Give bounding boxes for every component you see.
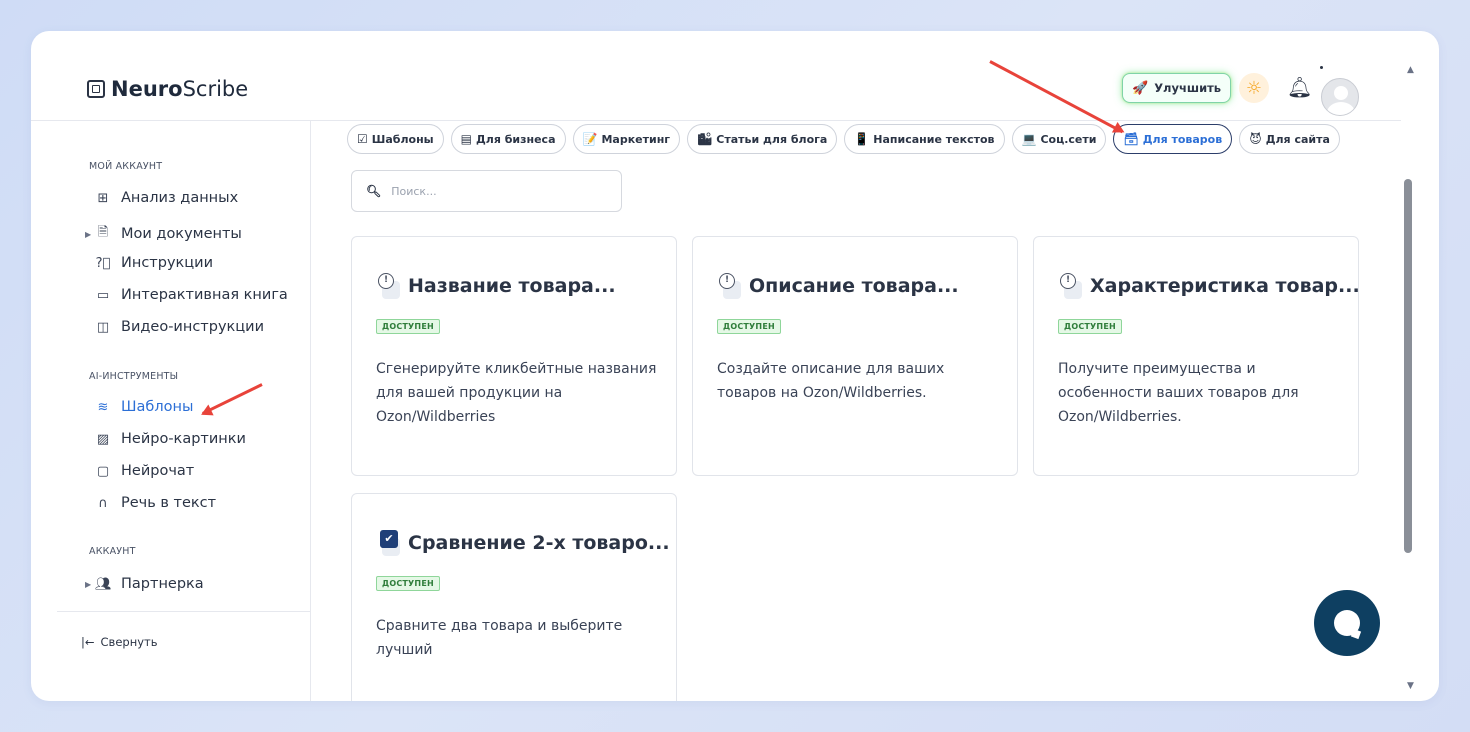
tab-blog-articles[interactable]: 🏙 Статьи для блога [687,124,838,154]
search-box: 🔍︎ [351,170,622,212]
caret-right-icon[interactable]: ▶ [85,580,91,589]
status-badge: ДОСТУПЕН [376,319,440,334]
calendar-icon: ▤ [460,132,472,146]
section-title-ai-tools: AI-ИНСТРУМЕНТЫ [89,371,179,382]
upgrade-button[interactable]: 🚀 Улучшить [1122,73,1232,103]
search-input[interactable] [391,184,592,198]
scroll-up-arrow-icon[interactable]: ▲ [1407,65,1414,75]
section-title-my-account: МОЙ АККАУНТ [89,161,163,172]
template-card-product-description[interactable]: ! Описание товара... ДОСТУПЕН Создайте о… [692,236,1018,476]
clock-icon: ! [719,273,741,299]
theme-toggle-sun-icon[interactable]: ☼ [1239,73,1269,103]
app-window: NeuroScribe 🚀 Улучшить ☼ 🔔︎ МОЙ АККАУНТ … [31,31,1439,701]
status-badge: ДОСТУПЕН [717,319,781,334]
clock-icon: ! [1060,273,1082,299]
tab-marketing[interactable]: 📝 Маркетинг [572,124,681,154]
rocket-icon: 🚀 [1132,80,1149,96]
sidebar-item-interactive-book[interactable]: ▭ Интерактивная книга [95,287,288,303]
scroll-down-arrow-icon[interactable]: ▼ [1407,681,1414,691]
chat-icon: ▢ [96,463,110,479]
card-description: Получите преимущества и особенности ваши… [1058,361,1299,425]
tab-website[interactable]: 😈 Для сайта [1239,124,1340,154]
clock-icon: ! [378,273,400,299]
header: NeuroScribe 🚀 Улучшить ☼ 🔔︎ [31,31,1401,121]
headphones-icon: ∩ [98,495,108,511]
card-description: Сравните два товара и выберите лучший [376,618,623,658]
card-description: Сгенерируйте кликбейтные названия для ва… [376,361,657,425]
chat-bubble-icon [1334,610,1360,636]
template-card-product-features[interactable]: ! Характеристика товар... ДОСТУПЕН Получ… [1033,236,1360,476]
book-icon: ▭ [96,287,110,303]
checkbox-icon: ✔ [378,530,400,556]
scrollbar[interactable]: ▲ ▼ [1401,61,1427,691]
logo-icon [87,80,105,98]
memo-icon: 📝 [582,132,598,146]
sidebar-item-partner[interactable]: ▶ 👥︎ Партнерка [85,576,204,592]
document-icon: 🗎 [97,225,109,240]
card-title: Название товара... [408,275,616,297]
sidebar-item-speech-to-text[interactable]: ∩ Речь в текст [95,495,216,511]
scrollbar-thumb[interactable] [1404,179,1412,553]
devil-icon: 😈 [1249,132,1262,146]
checkbox-icon: ☑ [357,132,368,146]
bell-icon[interactable]: 🔔︎ [1287,75,1312,99]
sidebar-item-data-analysis[interactable]: ⊞ Анализ данных [95,190,239,206]
tab-templates[interactable]: ☑ Шаблоны [347,124,444,154]
collapse-arrow-icon: |← [81,635,95,649]
layers-icon: ≋ [97,399,109,415]
sidebar-item-neuro-images[interactable]: ▨ Нейро-картинки [95,431,246,447]
template-card-product-comparison[interactable]: ✔ Сравнение 2-х товаро... ДОСТУПЕН Сравн… [351,493,677,701]
city-icon: 🏙 [697,132,713,146]
collapse-button[interactable]: |← Свернуть [81,635,158,649]
laptop-icon: 💻 [1021,132,1037,146]
tab-products[interactable]: 🗃 Для товаров [1113,124,1233,154]
logo[interactable]: NeuroScribe [87,77,248,101]
status-badge: ДОСТУПЕН [376,576,440,591]
sidebar: МОЙ АККАУНТ ⊞ Анализ данных ▶ 🗎 Мои доку… [57,121,311,701]
video-icon: ◫ [96,319,110,335]
card-title: Характеристика товар... [1090,275,1360,297]
status-badge: ДОСТУПЕН [1058,319,1122,334]
tab-social[interactable]: 💻 Соц.сети [1011,124,1107,154]
card-description: Создайте описание для ваших товаров на O… [717,361,945,401]
category-tabs: ☑ Шаблоны ▤ Для бизнеса 📝 Маркетинг 🏙 Статьи дл… [347,124,1401,156]
search-icon: 🔍︎ [366,184,382,198]
template-card-product-name[interactable]: ! Название товара... ДОСТУПЕН Сгенерируй… [351,236,677,476]
tab-copywriting[interactable]: 📱 Написание текстов [844,124,1005,154]
image-icon: ▨ [96,431,110,447]
card-box-icon: 🗃 [1123,132,1139,146]
sidebar-item-templates[interactable]: ≋ Шаблоны [95,399,194,415]
tab-business[interactable]: ▤ Для бизнеса [450,124,566,154]
section-title-account: АККАУНТ [89,546,136,557]
sidebar-item-neurochat[interactable]: ▢ Нейрочат [95,463,194,479]
sidebar-item-instructions[interactable]: ?⃝ Инструкции [95,255,213,271]
caret-right-icon[interactable]: ▶ [85,230,91,239]
sidebar-item-video-instructions[interactable]: ◫ Видео-инструкции [95,319,264,335]
card-title: Сравнение 2-х товаро... [408,532,670,554]
sidebar-item-my-documents[interactable]: ▶ 🗎 Мои документы [85,223,242,245]
grid-icon: ⊞ [97,190,109,206]
help-circle-icon: ?⃝ [95,255,111,271]
divider [57,611,311,612]
support-chat-button[interactable] [1314,590,1380,656]
card-title: Описание товара... [749,275,959,297]
phone-icon: 📱 [854,132,870,146]
users-icon: 👥︎ [95,576,112,592]
logo-text: NeuroScribe [111,77,249,101]
notification-dot [1320,66,1323,69]
upgrade-label: Улучшить [1154,81,1222,95]
avatar[interactable] [1321,78,1359,116]
